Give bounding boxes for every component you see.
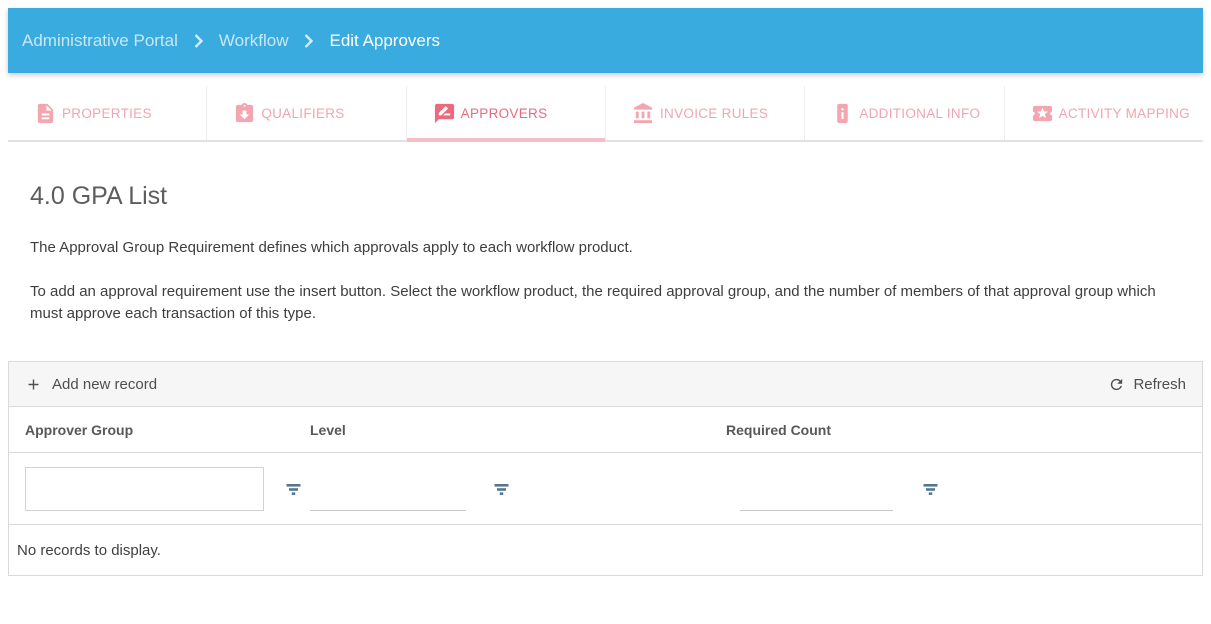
filter-icon[interactable] (922, 480, 939, 497)
breadcrumb-item-workflow[interactable]: Workflow (219, 31, 289, 51)
tab-properties[interactable]: PROPERTIES (8, 86, 206, 140)
column-header-approver-group[interactable]: Approver Group (9, 422, 302, 438)
page-title: 4.0 GPA List (30, 182, 1181, 211)
tab-label: ACTIVITY MAPPING (1059, 106, 1190, 121)
tab-strip: PROPERTIES QUALIFIERS APPROVERS INVOICE … (8, 86, 1203, 142)
chevron-right-icon (193, 33, 204, 49)
filter-icon[interactable] (285, 480, 302, 497)
chevron-right-icon (303, 33, 314, 49)
refresh-label: Refresh (1133, 376, 1186, 393)
breadcrumb-item-edit-approvers: Edit Approvers (329, 31, 440, 51)
grid-toolbar: Add new record Refresh (9, 362, 1202, 407)
filter-cell-approver-group (9, 453, 302, 524)
approvers-grid: Add new record Refresh Approver Group Le… (8, 361, 1203, 576)
tab-label: APPROVERS (461, 106, 548, 121)
approver-group-filter-input[interactable] (25, 467, 264, 511)
tab-approvers[interactable]: APPROVERS (406, 86, 605, 140)
add-new-record-label: Add new record (52, 376, 157, 393)
description-paragraph-2: To add an approval requirement use the i… (30, 281, 1180, 325)
column-header-level[interactable]: Level (302, 422, 718, 438)
grid-filter-row (9, 453, 1202, 525)
level-filter-input[interactable] (310, 481, 466, 511)
tab-qualifiers[interactable]: QUALIFIERS (206, 86, 405, 140)
tab-additional-info[interactable]: ADDITIONAL INFO (804, 86, 1003, 140)
tab-label: PROPERTIES (62, 106, 152, 121)
ticket-star-icon (1031, 102, 1054, 125)
breadcrumb-item-administrative-portal[interactable]: Administrative Portal (22, 31, 178, 51)
document-icon (34, 102, 57, 125)
tab-label: QUALIFIERS (261, 106, 344, 121)
tab-label: ADDITIONAL INFO (859, 106, 980, 121)
required-count-filter-input[interactable] (740, 481, 893, 511)
column-header-required-count[interactable]: Required Count (718, 422, 1202, 438)
breadcrumb: Administrative Portal Workflow Edit Appr… (8, 8, 1203, 73)
device-info-icon (831, 102, 854, 125)
plus-icon (25, 376, 42, 393)
page-content: 4.0 GPA List The Approval Group Requirem… (0, 182, 1211, 325)
filter-cell-required-count (718, 453, 1202, 524)
description-paragraph-1: The Approval Group Requirement defines w… (30, 237, 1180, 259)
tab-activity-mapping[interactable]: ACTIVITY MAPPING (1004, 86, 1203, 140)
refresh-icon (1108, 376, 1125, 393)
clipboard-download-icon (233, 102, 256, 125)
no-records-message: No records to display. (9, 525, 1202, 575)
add-new-record-button[interactable]: Add new record (25, 376, 157, 393)
filter-cell-level (302, 453, 718, 524)
bank-icon (632, 102, 655, 125)
grid-header-row: Approver Group Level Required Count (9, 407, 1202, 453)
filter-icon[interactable] (493, 480, 510, 497)
refresh-button[interactable]: Refresh (1108, 376, 1186, 393)
tab-invoice-rules[interactable]: INVOICE RULES (605, 86, 804, 140)
tab-label: INVOICE RULES (660, 106, 768, 121)
review-pen-icon (433, 102, 456, 125)
